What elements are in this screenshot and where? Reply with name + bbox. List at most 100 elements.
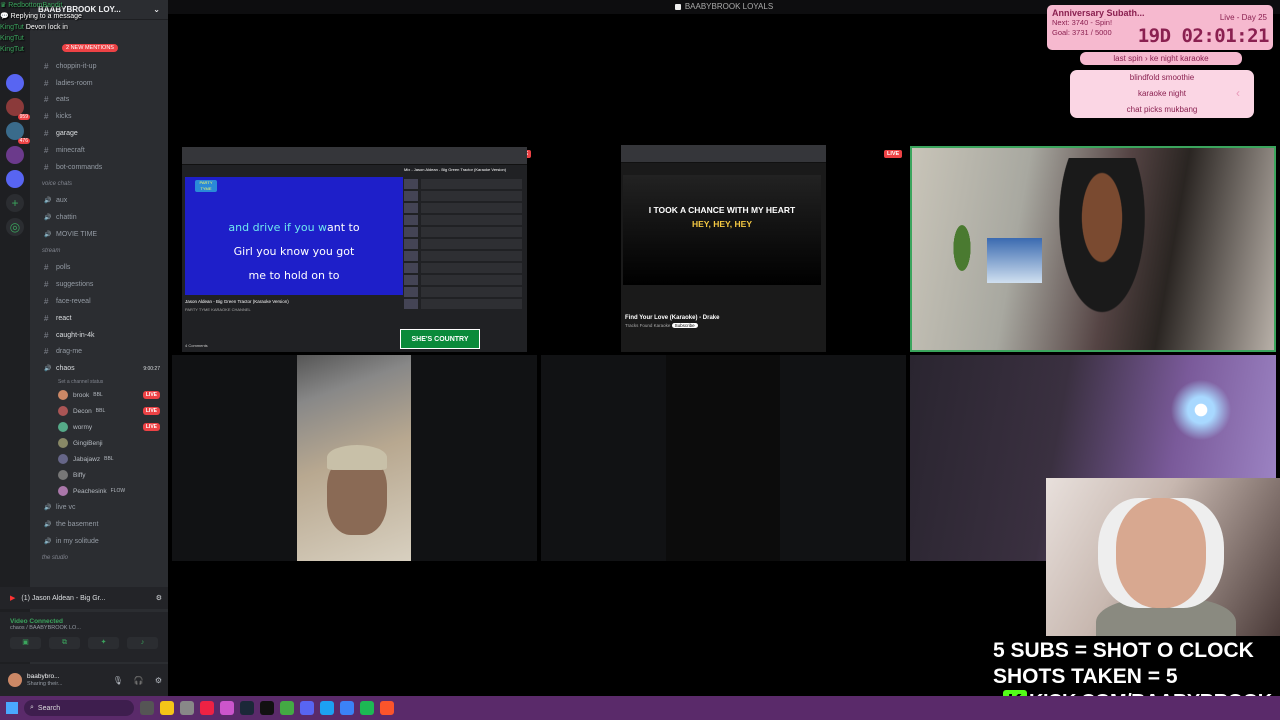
playlist-item[interactable] <box>404 251 522 261</box>
server-icon[interactable]: 959 <box>6 98 30 120</box>
playlist-item[interactable] <box>404 227 522 237</box>
add-server-icon[interactable]: + <box>6 194 24 212</box>
camera-button[interactable]: ▣ <box>10 637 41 649</box>
playlist-item[interactable] <box>404 263 522 273</box>
channel-text[interactable]: # bot-commands <box>30 159 168 176</box>
now-playing-bar[interactable]: ▶ (1) Jason Aldean - Big Gr... ⚙ <box>0 587 168 609</box>
karaoke-video[interactable]: PARTY TYME and drive if you want to Girl … <box>185 177 403 295</box>
playlist <box>404 177 522 322</box>
channel-voice[interactable]: 🔊 chaos 9:00:27 <box>30 360 168 377</box>
voice-member[interactable]: Jabajawz BBL <box>30 451 168 467</box>
video-info: Find Your Love (Karaoke) - Drake Tracks … <box>625 315 719 328</box>
channel-status[interactable]: Set a channel status <box>30 377 168 387</box>
brave-icon[interactable] <box>380 701 394 715</box>
voice-member[interactable]: Decon BBL LIVE <box>30 403 168 419</box>
spotify-icon[interactable] <box>360 701 374 715</box>
channel-category[interactable]: the studio <box>30 550 168 567</box>
channel-voice[interactable]: 🔊 live vc <box>30 499 168 516</box>
voice-member[interactable]: wormy LIVE <box>30 419 168 435</box>
gear-icon[interactable]: ⚙ <box>155 676 162 685</box>
channel-text[interactable]: # drag-me <box>30 344 168 361</box>
steam-icon[interactable] <box>240 701 254 715</box>
hash-icon: # <box>44 61 49 71</box>
playlist-item[interactable] <box>404 215 522 225</box>
subscribe-button[interactable]: Subscribe <box>671 323 698 328</box>
channel-text[interactable]: # polls <box>30 260 168 277</box>
channel-category[interactable]: stream <box>30 243 168 260</box>
channel-text[interactable]: # minecraft <box>30 142 168 159</box>
channel-text[interactable]: # suggestions <box>30 276 168 293</box>
channel-category[interactable]: voice chats <box>30 176 168 193</box>
screen-share-button[interactable]: ⧉ <box>49 637 80 649</box>
member-tag: BBL <box>95 408 106 415</box>
taskbar-search[interactable]: ⌕ Search <box>24 700 134 716</box>
playlist-item[interactable] <box>404 203 522 213</box>
webcam-tile[interactable] <box>541 355 906 561</box>
voice-member[interactable]: Peachesink FLOW <box>30 483 168 499</box>
windows-start-icon[interactable] <box>6 702 18 714</box>
playlist-item[interactable] <box>404 179 522 189</box>
server-icon[interactable] <box>6 146 24 164</box>
tiktok-icon[interactable] <box>260 701 274 715</box>
explore-icon[interactable]: ◎ <box>6 218 24 236</box>
voice-member[interactable]: brook BBL LIVE <box>30 387 168 403</box>
channel-text[interactable]: # caught-in-4k <box>30 327 168 344</box>
server-icon[interactable] <box>6 74 24 92</box>
screen-share-tile[interactable]: PARTY TYME and drive if you want to Girl … <box>182 147 527 352</box>
spin-options: blindfold smoothie karaoke night chat pi… <box>1070 70 1254 118</box>
playlist-item[interactable] <box>404 299 522 309</box>
file-explorer-icon[interactable] <box>160 701 174 715</box>
channel-text[interactable]: # kicks <box>30 108 168 125</box>
voice-channel-path[interactable]: chaos / BAABYBROOK LO... <box>10 625 158 631</box>
playlist-item[interactable] <box>404 239 522 249</box>
channel-text[interactable]: # eats <box>30 92 168 109</box>
screen-share-tile[interactable]: I TOOK A CHANCE WITH MY HEART HEY, HEY, … <box>621 145 826 352</box>
channel-text[interactable]: # ladies-room <box>30 75 168 92</box>
server-icon[interactable]: 476 <box>6 122 30 144</box>
chat-user: KingTut <box>0 35 24 42</box>
webcam-tile[interactable] <box>910 146 1276 352</box>
soundboard-button[interactable]: ♪ <box>127 637 158 649</box>
playlist-item[interactable] <box>404 191 522 201</box>
video-thumbnail <box>404 239 418 249</box>
channel-voice[interactable]: 🔊 the basement <box>30 516 168 533</box>
subathon-day: Live - Day 25 <box>1219 13 1267 22</box>
channel-text[interactable]: # react <box>30 310 168 327</box>
chat-line: KingTut Devon lock in <box>0 22 140 33</box>
headphones-icon[interactable]: 🎧 <box>134 676 144 685</box>
app-icon[interactable] <box>340 701 354 715</box>
youtube-icon: ▶ <box>10 595 16 602</box>
activity-button[interactable]: ✦ <box>88 637 119 649</box>
mic-icon[interactable]: 🎙 <box>113 676 123 685</box>
channel-voice[interactable]: 🔊 aux <box>30 192 168 209</box>
app-icon[interactable] <box>320 701 334 715</box>
app-icon[interactable] <box>200 701 214 715</box>
app-icon[interactable] <box>280 701 294 715</box>
voice-member[interactable]: Biffy <box>30 467 168 483</box>
voice-member[interactable]: GingiBenji <box>30 435 168 451</box>
playlist-title: Mix - Jason Aldean - Big Green Tractor (… <box>404 167 507 172</box>
settings-icon[interactable]: ⚙ <box>156 594 162 602</box>
channel-text[interactable]: # face-reveal <box>30 293 168 310</box>
channel-voice[interactable]: 🔊 MOVIE TIME <box>30 226 168 243</box>
obs-icon[interactable] <box>180 701 194 715</box>
server-icon[interactable] <box>6 170 24 188</box>
new-mentions-badge[interactable]: 2 NEW MENTIONS <box>62 44 118 52</box>
channel-name: chaos <box>56 365 75 373</box>
playlist-item[interactable] <box>404 287 522 297</box>
channel-voice[interactable]: 🔊 in my solitude <box>30 533 168 550</box>
avatar[interactable] <box>8 673 22 687</box>
video-thumbnail <box>404 227 418 237</box>
app-icon[interactable] <box>220 701 234 715</box>
webcam-tile[interactable] <box>172 355 537 561</box>
shot-counter: 5 SUBS = SHOT O CLOCK SHOTS TAKEN = 5 <box>993 638 1254 690</box>
channel-name: PARTY TYME KARAOKE CHANNEL <box>185 307 251 312</box>
playlist-item[interactable] <box>404 275 522 285</box>
discord-icon[interactable] <box>300 701 314 715</box>
channel-voice[interactable]: 🔊 chattin <box>30 209 168 226</box>
karaoke-video[interactable]: I TOOK A CHANCE WITH MY HEART HEY, HEY, … <box>623 175 821 285</box>
channel-text[interactable]: # choppin-it-up <box>30 58 168 75</box>
channel-text[interactable]: # garage <box>30 125 168 142</box>
member-name: Peachesink <box>73 487 107 495</box>
task-view-icon[interactable] <box>140 701 154 715</box>
